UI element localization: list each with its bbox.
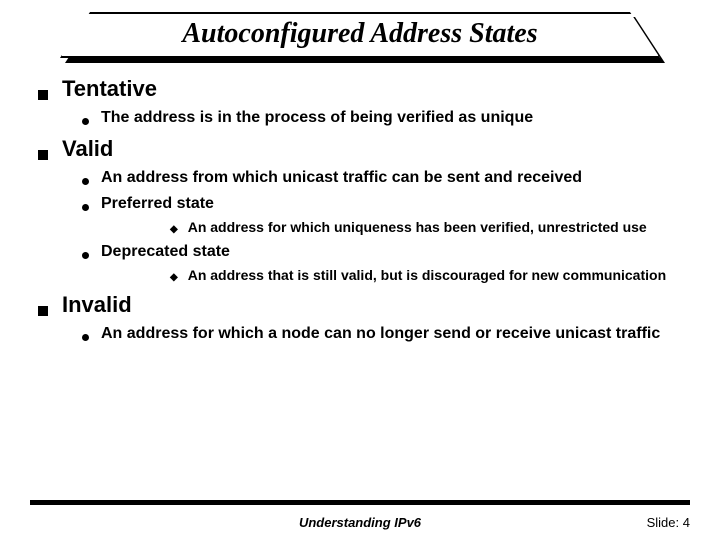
subitem-text: An address that is still valid, but is d…: [188, 266, 666, 284]
arrow-bullet-icon: ◆: [170, 224, 178, 235]
dot-bullet-icon: [82, 252, 89, 259]
list-item: An address for which a node can no longe…: [82, 324, 690, 344]
list-item: The address is in the process of being v…: [82, 108, 690, 128]
dot-bullet-icon: [82, 204, 89, 211]
slide-content: Tentative The address is in the process …: [30, 76, 690, 344]
dot-bullet-icon: [82, 334, 89, 341]
square-bullet-icon: [38, 90, 48, 100]
sub-item: ◆ An address for which uniqueness has be…: [170, 218, 690, 236]
slide-title: Autoconfigured Address States: [62, 18, 658, 50]
footer-center: Understanding IPv6: [30, 515, 690, 530]
list-item: Preferred state ◆ An address for which u…: [82, 194, 690, 236]
arrow-bullet-icon: ◆: [170, 272, 178, 283]
list-item: An address from which unicast traffic ca…: [82, 168, 690, 188]
dot-bullet-icon: [82, 118, 89, 125]
section-invalid: Invalid An address for which a node can …: [38, 292, 690, 344]
item-text: An address for which a node can no longe…: [101, 324, 660, 344]
sub-item: ◆ An address that is still valid, but is…: [170, 266, 690, 284]
title-box: Autoconfigured Address States: [60, 12, 660, 58]
item-text: The address is in the process of being v…: [101, 108, 533, 128]
section-heading: Tentative: [62, 76, 157, 102]
title-banner: Autoconfigured Address States: [60, 12, 660, 58]
square-bullet-icon: [38, 150, 48, 160]
footer-divider: [30, 500, 690, 502]
section-heading: Invalid: [62, 292, 132, 318]
item-text: An address from which unicast traffic ca…: [101, 168, 582, 188]
item-text: Deprecated state: [101, 242, 230, 262]
square-bullet-icon: [38, 306, 48, 316]
dot-bullet-icon: [82, 178, 89, 185]
list-item: Deprecated state ◆ An address that is st…: [82, 242, 690, 284]
footer: Understanding IPv6 Slide: 4: [30, 515, 690, 530]
item-text: Preferred state: [101, 194, 214, 214]
section-tentative: Tentative The address is in the process …: [38, 76, 690, 128]
slide: Autoconfigured Address States Tentative …: [0, 0, 720, 540]
subitem-text: An address for which uniqueness has been…: [188, 218, 647, 236]
section-valid: Valid An address from which unicast traf…: [38, 136, 690, 284]
section-heading: Valid: [62, 136, 113, 162]
